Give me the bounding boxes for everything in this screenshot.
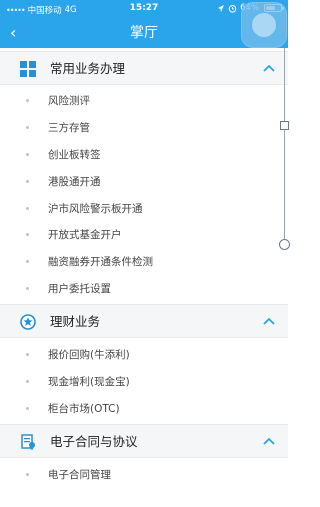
- list-item[interactable]: 电子合同管理: [0, 462, 288, 488]
- section-title: 电子合同与协议: [50, 434, 138, 449]
- section-header-e-contract[interactable]: 电子合同与协议: [0, 424, 288, 458]
- floating-assist-button[interactable]: [241, 2, 287, 48]
- scroll-track: [284, 48, 285, 244]
- list-item[interactable]: 创业板转签: [0, 142, 288, 168]
- section-header-common-business[interactable]: 常用业务办理: [0, 51, 288, 85]
- section-title: 理财业务: [50, 314, 101, 329]
- list-item-label: 报价回购(牛添利): [48, 349, 130, 361]
- list-item[interactable]: 港股通开通: [0, 169, 288, 195]
- bullet-dot: [26, 353, 29, 356]
- list-item-label: 柜台市场(OTC): [48, 403, 120, 415]
- chevron-up-icon[interactable]: [262, 436, 276, 446]
- section-header-wealth-management[interactable]: 理财业务: [0, 304, 288, 338]
- bullet-dot: [26, 99, 29, 102]
- grid-icon: [20, 61, 36, 77]
- bullet-dot: [26, 260, 29, 263]
- chevron-up-icon[interactable]: [262, 63, 276, 73]
- list-item-label: 现金增利(现金宝): [48, 376, 130, 388]
- chevron-up-icon[interactable]: [262, 316, 276, 326]
- list-item-label: 港股通开通: [48, 176, 101, 188]
- bullet-dot: [26, 180, 29, 183]
- list-item[interactable]: 风险测评: [0, 88, 288, 114]
- contract-icon: [21, 434, 35, 450]
- bullet-dot: [26, 207, 29, 210]
- list-item-label: 三方存管: [48, 122, 90, 134]
- list-item-label: 风险测评: [48, 95, 90, 107]
- list-item[interactable]: 用户委托设置: [0, 276, 288, 302]
- scroll-end-handle[interactable]: [279, 239, 290, 250]
- list-item[interactable]: 报价回购(牛添利): [0, 342, 288, 368]
- list-item[interactable]: 融资融券开通条件检测: [0, 249, 288, 275]
- list-item[interactable]: 三方存管: [0, 115, 288, 141]
- list-item-label: 融资融券开通条件检测: [48, 256, 153, 268]
- list-item[interactable]: 沪市风险警示板开通: [0, 196, 288, 222]
- bullet-dot: [26, 233, 29, 236]
- location-icon: [218, 4, 225, 12]
- bullet-dot: [26, 473, 29, 476]
- alarm-icon: [228, 4, 237, 13]
- list-item[interactable]: 开放式基金开户: [0, 222, 288, 248]
- bullet-dot: [26, 126, 29, 129]
- bullet-dot: [26, 287, 29, 290]
- list-item-label: 用户委托设置: [48, 283, 111, 295]
- bullet-dot: [26, 380, 29, 383]
- list-item[interactable]: 柜台市场(OTC): [0, 396, 288, 422]
- star-badge-icon: [20, 314, 36, 330]
- bullet-dot: [26, 153, 29, 156]
- bullet-dot: [26, 407, 29, 410]
- list-item[interactable]: 现金增利(现金宝): [0, 369, 288, 395]
- list-item-label: 沪市风险警示板开通: [48, 203, 143, 215]
- section-title: 常用业务办理: [50, 61, 126, 76]
- scroll-handle[interactable]: [280, 121, 289, 130]
- list-item-label: 开放式基金开户: [48, 229, 122, 241]
- list-item-label: 创业板转签: [48, 149, 101, 161]
- list-item-label: 电子合同管理: [48, 469, 111, 481]
